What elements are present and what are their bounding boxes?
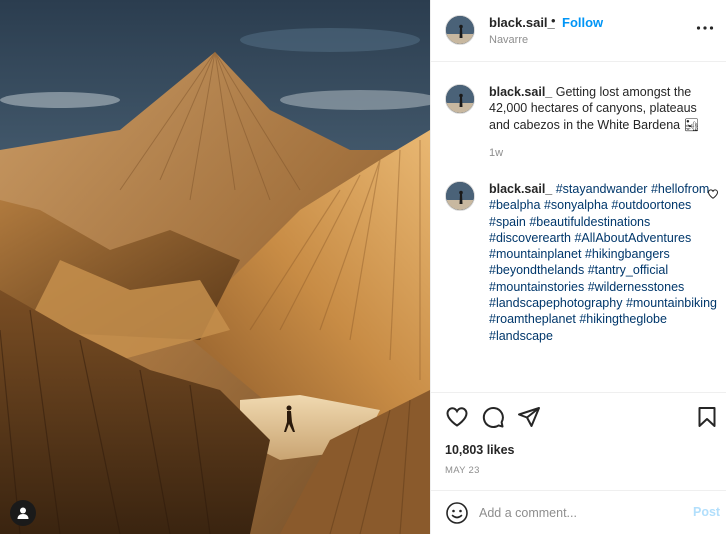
like-comment-heart-icon[interactable] [707,188,719,200]
location-link[interactable]: Navarre [489,34,528,46]
add-comment-bar: Post [431,490,726,534]
comment-username[interactable]: black.sail_ [489,182,552,196]
separator-dot: • [551,13,556,28]
post-actions: 10,803 likes MAY 23 [431,392,726,488]
hashtag-link[interactable]: #hikingtheglobe [579,312,667,326]
hashtag-link[interactable]: #hellofrom [651,182,709,196]
user-icon [17,507,29,519]
hashtag-link[interactable]: #landscape [489,329,553,343]
hashtag-link[interactable]: #tantry_official [588,263,668,277]
avatar[interactable] [445,84,475,114]
comment-input[interactable] [479,503,679,523]
post-header: black.sail_ • Follow Navarre [431,0,726,62]
tagged-users-button[interactable] [10,500,36,526]
follow-button[interactable]: Follow [562,15,603,30]
avatar[interactable] [445,15,475,45]
post-photo[interactable] [0,0,430,534]
comment-text: black.sail_ #stayandwander #hellofrom #b… [489,181,721,344]
hashtag-link[interactable]: #beyondthelands [489,263,584,277]
hashtag-link[interactable]: #landscapephotography [489,296,622,310]
hashtag-link[interactable]: #hikingbangers [585,247,670,261]
hashtag-link[interactable]: #mountainstories [489,280,584,294]
hashtag-link[interactable]: #sonyalpha [544,198,608,212]
heart-icon[interactable] [445,405,469,429]
comment-icon[interactable] [481,405,505,429]
likes-count[interactable]: 10,803 likes [445,443,515,457]
hashtag-link[interactable]: #mountainbiking [626,296,717,310]
hashtag-link[interactable]: #mountainplanet [489,247,581,261]
hashtag-link[interactable]: #AllAboutAdventures [574,231,691,245]
emoji-icon[interactable] [445,501,469,525]
hashtag-link[interactable]: #stayandwander [556,182,648,196]
avatar[interactable] [445,181,475,211]
share-icon[interactable] [517,405,541,429]
more-horizontal-icon[interactable] [695,18,715,38]
bookmark-icon[interactable] [695,405,719,429]
badlands-landscape-image [0,0,430,534]
hashtag-link[interactable]: #roamtheplanet [489,312,576,326]
caption-username[interactable]: black.sail_ [489,85,552,99]
username-link[interactable]: black.sail_ [489,15,555,30]
post-comment-button[interactable]: Post [693,505,720,519]
caption-text: black.sail_ Getting lost amongst the 42,… [489,84,721,133]
hashtag-link[interactable]: #beautifuldestinations [529,215,650,229]
post-side-panel: black.sail_ • Follow Navarre black.sail_… [430,0,726,534]
post-date[interactable]: MAY 23 [445,465,480,476]
avatar-image [446,85,474,113]
hashtag-link[interactable]: #bealpha [489,198,540,212]
hashtag-link[interactable]: #discoverearth [489,231,571,245]
hashtag-link[interactable]: #wildernesstones [588,280,685,294]
avatar-image [446,16,474,44]
avatar-image [446,182,474,210]
caption-timestamp[interactable]: 1w [489,147,503,159]
hashtag-link[interactable]: #outdoortones [611,198,691,212]
hashtag-link[interactable]: #spain [489,215,526,229]
